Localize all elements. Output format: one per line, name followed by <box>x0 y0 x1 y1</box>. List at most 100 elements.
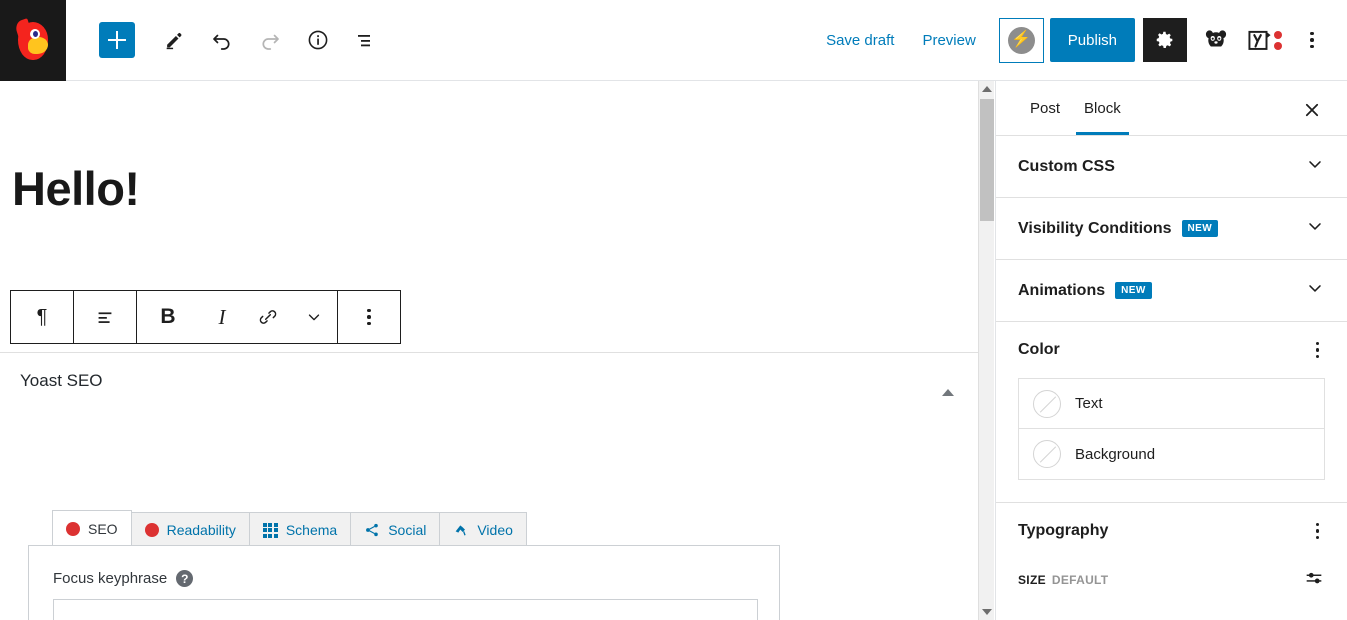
focus-keyphrase-input[interactable] <box>53 599 758 620</box>
close-sidebar-button[interactable] <box>1297 95 1327 125</box>
color-section: Color Text Background <box>996 322 1347 480</box>
red-bullet-icon <box>144 523 159 537</box>
edit-pencil-button[interactable] <box>150 16 198 64</box>
yoast-tab-seo[interactable]: SEO <box>52 510 132 547</box>
typography-section-title: Typography <box>1018 522 1109 539</box>
chevron-down-icon <box>1305 154 1325 179</box>
panel-title: Custom CSS <box>1018 157 1115 175</box>
block-options-button[interactable] <box>338 291 400 343</box>
grid-icon <box>262 522 278 538</box>
typography-options-button[interactable] <box>1310 517 1326 546</box>
yoast-tab-list: SEO Readability Schema Social Video <box>52 510 527 547</box>
link-button[interactable] <box>245 291 291 343</box>
red-bullet-icon <box>66 521 80 536</box>
share-icon <box>366 523 379 537</box>
editor-canvas: Hello! ¶ B I Yoast SEO SEO Readability S… <box>0 81 978 620</box>
panel-title: Animations <box>1018 281 1106 299</box>
gutenberg-editor-window: Save draft Preview ⚡ Publish Hello! ¶ B … <box>0 0 1347 620</box>
color-row-label: Text <box>1075 395 1103 412</box>
new-badge: NEW <box>1115 282 1152 299</box>
scrollbar-thumb[interactable] <box>980 99 994 221</box>
no-color-swatch-icon <box>1033 389 1061 418</box>
site-logo-button[interactable] <box>0 0 66 81</box>
bold-button[interactable]: B <box>137 291 199 343</box>
color-section-header: Color <box>1018 322 1325 378</box>
block-type-group: ¶ <box>11 291 74 343</box>
yoast-logo-icon <box>1247 30 1271 50</box>
undo-button[interactable] <box>198 16 246 64</box>
scrollbar-down-button[interactable] <box>979 604 995 620</box>
block-type-paragraph-button[interactable]: ¶ <box>11 291 73 343</box>
kebab-menu-icon <box>1315 341 1319 359</box>
typography-section: Typography <box>996 503 1347 559</box>
yoast-collapse-toggle[interactable] <box>936 373 954 396</box>
jetpack-button[interactable] <box>1195 19 1237 61</box>
yoast-seo-panel: Focus keyphrase ? Get related keyphrases <box>28 545 780 620</box>
font-size-settings-button[interactable] <box>1303 567 1325 594</box>
panel-title: Visibility Conditions <box>1018 219 1172 237</box>
post-title[interactable]: Hello! <box>12 161 140 216</box>
yoast-tab-label: SEO <box>88 520 118 537</box>
question-mark-icon[interactable]: ? <box>176 570 194 587</box>
color-options-list: Text Background <box>1018 378 1325 480</box>
more-options-button[interactable] <box>1291 19 1333 61</box>
more-formats-button[interactable] <box>291 291 337 343</box>
redo-button[interactable] <box>246 16 294 64</box>
yoast-seo-metabox: Yoast SEO SEO Readability Schema Social … <box>0 352 978 620</box>
focus-keyphrase-label-row: Focus keyphrase ? <box>53 570 779 587</box>
yoast-tab-label: Schema <box>285 522 338 538</box>
info-button[interactable] <box>294 16 342 64</box>
block-toolbar: ¶ B I <box>10 290 401 344</box>
bird-logo-icon <box>13 18 52 62</box>
yoast-status-dots <box>1273 30 1282 50</box>
no-color-swatch-icon <box>1033 440 1061 468</box>
font-size-label: SIZE <box>1018 573 1046 587</box>
sliders-icon <box>1306 572 1322 583</box>
color-row-text[interactable]: Text <box>1019 379 1324 429</box>
tab-post[interactable]: Post <box>1018 83 1072 134</box>
sidebar-tab-bar: Post Block <box>996 81 1347 136</box>
amp-toggle-button[interactable]: ⚡ <box>998 17 1044 63</box>
panel-visibility-conditions[interactable]: Visibility Conditions NEW <box>996 198 1347 260</box>
add-block-button[interactable] <box>99 22 135 58</box>
focus-keyphrase-label: Focus keyphrase <box>53 570 168 587</box>
redo-icon <box>262 34 279 50</box>
editor-top-toolbar: Save draft Preview ⚡ Publish <box>0 0 1347 81</box>
alignment-group <box>74 291 137 343</box>
preview-button[interactable]: Preview <box>908 24 989 57</box>
save-draft-button[interactable]: Save draft <box>812 24 908 57</box>
scrollbar-up-button[interactable] <box>979 81 995 97</box>
yoast-tab-social[interactable]: Social <box>350 512 441 547</box>
color-row-label: Background <box>1075 445 1156 463</box>
chevron-down-icon <box>1305 278 1325 303</box>
block-options-group <box>338 291 400 343</box>
editor-scrollbar[interactable] <box>978 81 994 620</box>
undo-icon <box>213 34 230 50</box>
color-row-background[interactable]: Background <box>1019 429 1324 479</box>
tab-block[interactable]: Block <box>1072 83 1133 135</box>
align-button[interactable] <box>74 291 136 343</box>
yoast-tab-label: Readability <box>166 522 236 538</box>
italic-button[interactable]: I <box>199 291 245 343</box>
yoast-tab-video[interactable]: Video <box>439 512 527 547</box>
color-options-button[interactable] <box>1310 336 1326 365</box>
settings-button[interactable] <box>1143 18 1187 62</box>
font-size-value: DEFAULT <box>1051 573 1109 587</box>
yoast-seo-button[interactable] <box>1237 19 1291 61</box>
yoast-tab-readability[interactable]: Readability <box>130 512 250 547</box>
new-badge: NEW <box>1181 220 1219 237</box>
top-toolbar-right-group: Save draft Preview ⚡ Publish <box>812 17 1347 63</box>
settings-sidebar: Post Block Custom CSS Visibility Conditi… <box>995 81 1347 620</box>
publish-button[interactable]: Publish <box>1049 18 1135 62</box>
list-view-button[interactable] <box>342 16 390 64</box>
yoast-tab-schema[interactable]: Schema <box>248 512 352 547</box>
yoast-metabox-header: Yoast SEO <box>0 353 978 409</box>
gear-icon <box>1156 31 1173 48</box>
triangle-up-icon <box>982 86 992 92</box>
panel-animations[interactable]: Animations NEW <box>996 260 1347 322</box>
info-icon <box>308 30 328 50</box>
kebab-menu-icon <box>367 308 371 326</box>
panel-custom-css[interactable]: Custom CSS <box>996 136 1347 198</box>
close-icon <box>1305 103 1319 117</box>
edit-pencil-icon <box>166 33 182 50</box>
